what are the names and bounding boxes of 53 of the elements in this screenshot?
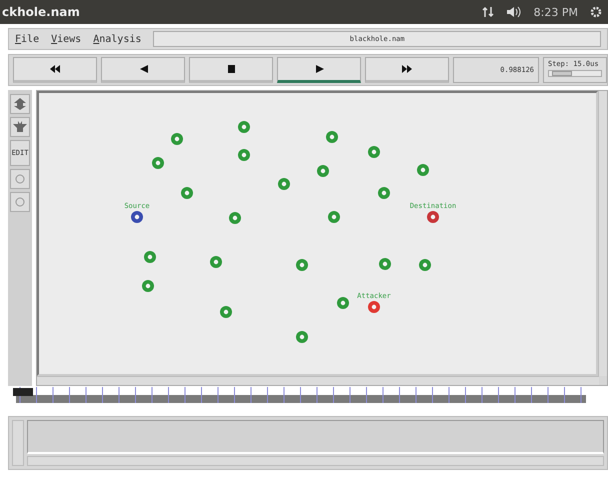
- clock[interactable]: 8:23 PM: [534, 6, 578, 18]
- network-node[interactable]: [328, 211, 340, 223]
- time-marker[interactable]: [13, 388, 33, 396]
- fast-forward-button[interactable]: [365, 57, 449, 83]
- network-node[interactable]: [368, 301, 380, 313]
- network-node[interactable]: [317, 165, 329, 177]
- circle-icon: [15, 174, 25, 184]
- speaker-icon[interactable]: [506, 6, 522, 18]
- menu-item[interactable]: File: [15, 34, 40, 44]
- rewind-button[interactable]: [13, 57, 97, 83]
- node-tool-button[interactable]: [10, 192, 30, 212]
- network-node[interactable]: [296, 259, 308, 271]
- network-node[interactable]: [417, 164, 429, 176]
- network-node[interactable]: [229, 212, 241, 224]
- network-node[interactable]: [210, 256, 222, 268]
- step-slider[interactable]: [548, 70, 602, 77]
- circle-icon: [15, 197, 25, 207]
- fast-forward-icon: [400, 64, 414, 74]
- network-node[interactable]: [368, 146, 380, 158]
- network-node[interactable]: [181, 187, 193, 199]
- network-node[interactable]: [278, 178, 290, 190]
- network-node[interactable]: [171, 133, 183, 145]
- vertical-scrollbar[interactable]: [598, 91, 607, 376]
- menu-item[interactable]: Analysis: [93, 34, 142, 44]
- slider-thumb[interactable]: [552, 71, 572, 76]
- network-node[interactable]: [131, 211, 143, 223]
- zoom-in-button[interactable]: [10, 94, 30, 114]
- zoom-out-button[interactable]: [10, 117, 30, 137]
- stop-button[interactable]: [189, 57, 273, 83]
- network-node[interactable]: [326, 131, 338, 143]
- menu-item[interactable]: Views: [51, 34, 82, 44]
- network-node[interactable]: [144, 251, 156, 263]
- network-node[interactable]: [152, 157, 164, 169]
- network-node[interactable]: [220, 306, 232, 318]
- network-node[interactable]: [427, 211, 439, 223]
- network-node[interactable]: [337, 297, 349, 309]
- network-node[interactable]: [238, 149, 250, 161]
- network-node[interactable]: [379, 258, 391, 270]
- window-title: ckhole.nam: [2, 5, 81, 19]
- network-node[interactable]: [296, 331, 308, 343]
- network-node[interactable]: [238, 121, 250, 133]
- gear-icon[interactable]: [590, 6, 602, 18]
- horizontal-scrollbar[interactable]: [37, 376, 599, 385]
- rewind-icon: [48, 64, 62, 74]
- horizontal-scrollbar[interactable]: [27, 456, 604, 466]
- play-button[interactable]: [277, 57, 361, 83]
- network-node[interactable]: [378, 187, 390, 199]
- zoom-in-icon: [12, 97, 28, 111]
- network-icon[interactable]: [482, 6, 494, 18]
- node-tool-button[interactable]: [10, 169, 30, 189]
- network-node[interactable]: [419, 259, 431, 271]
- network-node[interactable]: [142, 280, 154, 292]
- vertical-scrollbar[interactable]: [12, 420, 24, 466]
